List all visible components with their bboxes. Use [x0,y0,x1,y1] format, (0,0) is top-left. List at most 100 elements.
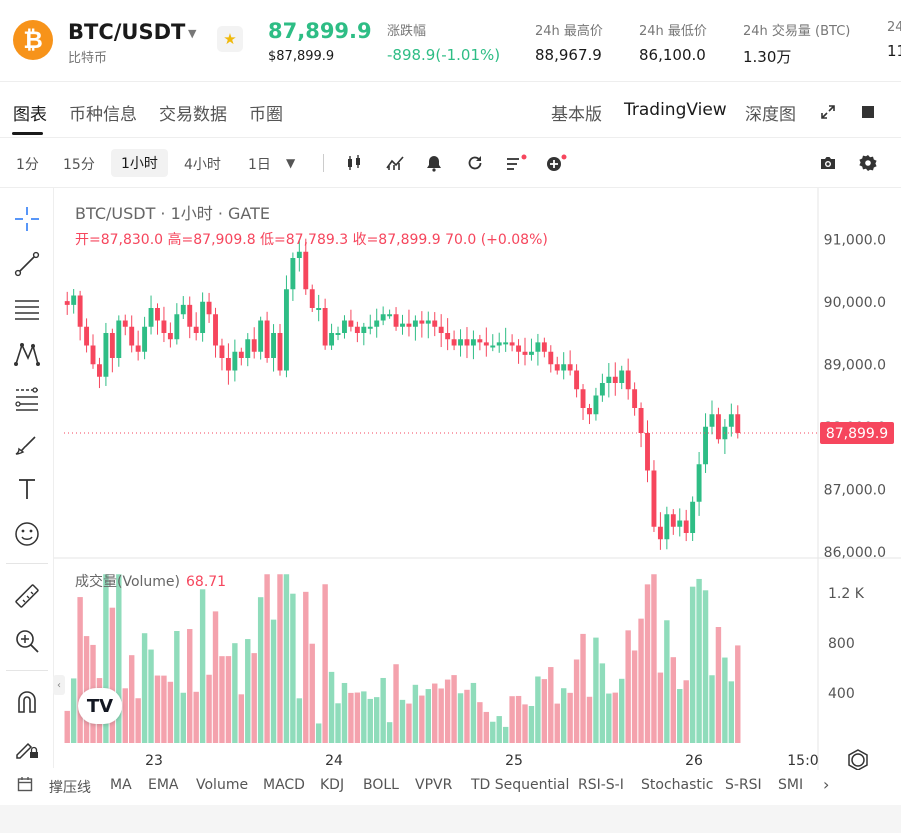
indicator-vpvr[interactable]: VPVR [415,777,452,793]
volume-bar [722,657,728,743]
volume-bar [232,643,238,743]
candle-body [593,395,599,415]
candle-body [277,333,283,371]
tab-depth[interactable]: 深度图 [745,100,796,125]
candle-body [599,383,605,396]
timeframe-1d[interactable]: 1日 [248,154,271,174]
indicator-rsi-s-i[interactable]: RSI-S-I [578,777,624,793]
price-tick-label: 89,000.0 [824,357,886,373]
favorite-star-button[interactable]: ★ [217,26,243,52]
add-icon[interactable] [545,152,567,174]
volume-bar [187,629,193,743]
tab-basic[interactable]: 基本版 [551,100,602,125]
indicator-macd[interactable]: MACD [263,777,305,793]
price-tick-label: 86,000.0 [824,545,886,561]
indicators-icon[interactable] [384,152,406,174]
volume-bar [464,689,470,743]
candle-body [374,320,380,327]
alert-icon[interactable] [423,152,445,174]
volume-bar [419,695,425,743]
templates-icon[interactable] [505,152,527,174]
indicator-smi[interactable]: SMI [778,777,803,793]
volume-bar [425,689,431,743]
axis-settings-icon [851,753,865,767]
tab-tradingview[interactable]: TradingView [624,100,727,120]
tradingview-logo[interactable]: TV [78,688,122,724]
fullscreen-icon[interactable] [858,102,878,122]
calendar-icon[interactable] [17,776,33,796]
stat-value: 1.30万 [743,48,792,66]
date-tick-label: 23 [145,753,163,769]
timeframe-1m[interactable]: 1分 [16,154,39,174]
stat-label: 24h 最低价 [639,24,707,39]
volume-bar [509,696,515,743]
volume-bar [193,691,199,743]
date-tick-label: 26 [685,753,703,769]
chevron-left-icon[interactable]: ‹ [53,675,65,695]
candle-body [251,339,257,352]
volume-bar [64,710,70,743]
tab-coin-info[interactable]: 币种信息 [69,100,137,125]
candle-body [161,320,167,333]
indicator-support-resistance[interactable]: 撑压线 [49,777,91,797]
camera-icon[interactable] [817,152,839,174]
volume-bar [541,679,548,743]
candle-body [406,323,412,327]
pair-name[interactable]: BTC/USDT [68,20,185,44]
candle-body [606,376,612,383]
candle-body [477,339,483,343]
indicator-kdj[interactable]: KDJ [320,777,344,793]
settings-gear-icon[interactable] [857,152,879,174]
volume-bar [348,692,354,743]
indicator-s-rsi[interactable]: S-RSI [725,777,762,793]
candle-body [64,301,70,305]
volume-bar [257,597,264,743]
candle-body [342,320,347,333]
volume-bar [451,675,457,743]
volume-bar [631,650,638,743]
indicator-ma[interactable]: MA [110,777,132,793]
timeframe-1h[interactable]: 1小时 [111,149,168,177]
volume-bar [367,698,373,743]
price-tick-label: 91,000.0 [824,232,886,248]
volume-bar [399,699,406,743]
chevron-down-icon[interactable]: ▼ [286,156,295,170]
tab-community[interactable]: 币圈 [249,100,283,125]
volume-bar [573,659,580,743]
candle-body [387,314,393,317]
timeframe-15m[interactable]: 15分 [63,154,95,174]
candle-body [703,426,708,465]
chevron-down-icon[interactable]: ▼ [188,27,196,40]
candle-body [587,408,592,415]
candle-body [715,414,721,440]
volume-bar [135,698,141,743]
volume-bar [77,597,83,743]
expand-icon[interactable] [818,102,838,122]
indicator-volume[interactable]: Volume [196,777,248,793]
indicator-bar: 撑压线 MA EMA Volume MACD KDJ BOLL VPVR TD … [0,770,901,802]
candle-body [567,364,573,371]
indicator-ema[interactable]: EMA [148,777,179,793]
volume-legend: 成交量(Volume) 68.71 [75,571,226,591]
replay-icon[interactable] [464,152,486,174]
volume-bar [644,584,651,743]
indicator-stochastic[interactable]: Stochastic [641,777,713,793]
candle-body [432,320,438,327]
date-tick-label: 24 [325,753,343,769]
price-chart[interactable]: 91,000.090,000.089,000.088,000.087,000.0… [0,188,901,770]
candle-type-icon[interactable] [343,152,365,174]
timeframe-4h[interactable]: 4小时 [184,154,221,174]
indicator-td-sequential[interactable]: TD Sequential [471,777,569,793]
chevron-right-icon[interactable]: › [823,775,829,794]
tab-trade-data[interactable]: 交易数据 [159,100,227,125]
volume-bar [599,663,606,743]
candle-body [625,370,631,390]
candle-body [683,520,689,533]
volume-bar [477,702,483,743]
volume-bar [128,655,135,743]
indicator-boll[interactable]: BOLL [363,777,399,793]
tab-chart[interactable]: 图表 [13,100,47,125]
last-price-usd: $87,899.9 [268,49,335,64]
volume-bar [483,711,490,743]
volume-bar [664,620,670,743]
